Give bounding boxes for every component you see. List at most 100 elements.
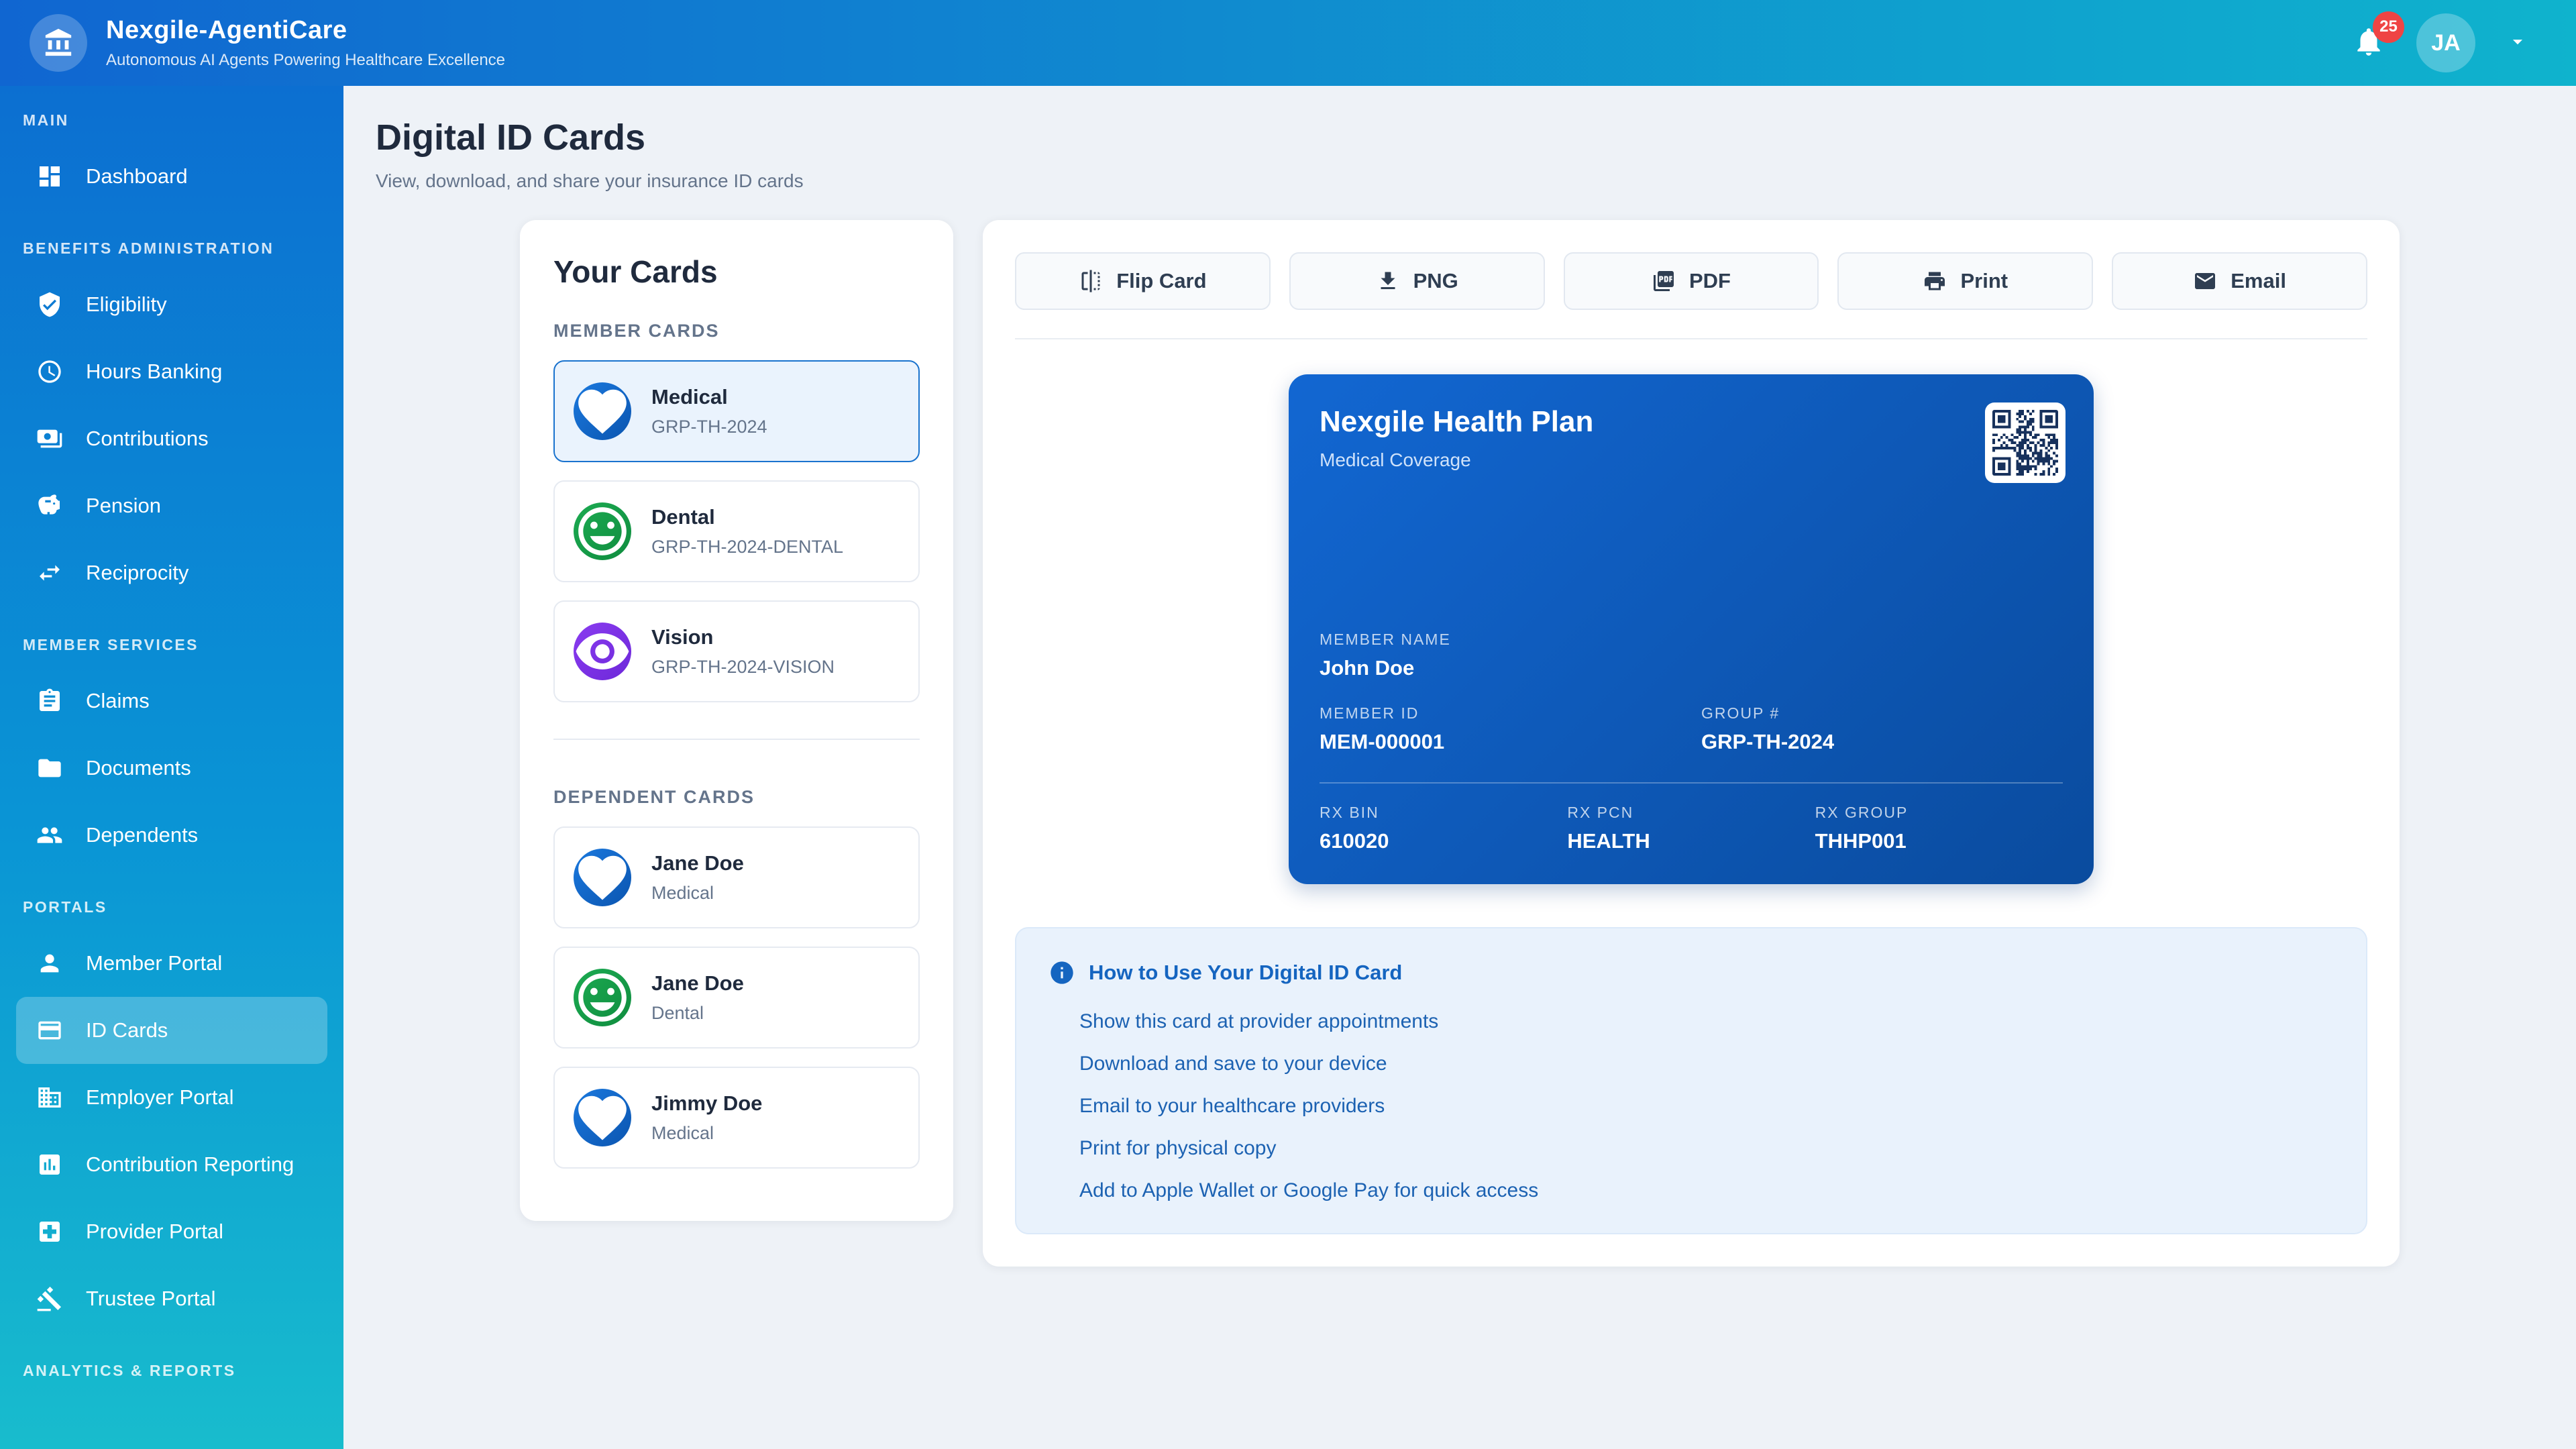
sidebar-item-dashboard[interactable]: Dashboard [16, 143, 327, 210]
piggy-bank-icon [36, 492, 63, 519]
member-cards-list: Medical GRP-TH-2024 Dental GRP-TH-2024-DENT… [553, 360, 920, 702]
usage-info-box: How to Use Your Digital ID Card Show thi… [1015, 927, 2367, 1234]
shield-check-icon [36, 291, 63, 318]
sidebar-section-label: MEMBER SERVICES [23, 636, 199, 653]
card-item-title: Vision [651, 625, 714, 649]
card-list-item-jane-doe-medical[interactable]: Jane Doe Medical [553, 826, 920, 928]
download-icon [1376, 269, 1400, 293]
sidebar-item-contributions[interactable]: Contributions [16, 405, 327, 472]
sidebar-item-employer-portal[interactable]: Employer Portal [16, 1064, 327, 1131]
rx-bin-label: RX BIN [1320, 804, 1379, 821]
folder-icon [36, 755, 63, 782]
card-item-subtitle: Medical [651, 883, 714, 903]
rx-pcn-field: RX PCN HEALTH [1567, 804, 1815, 853]
sidebar-item-provider-portal[interactable]: Provider Portal [16, 1198, 327, 1265]
divider [553, 739, 920, 740]
sidebar-section-main: MAIN Dashboard [0, 111, 343, 210]
flip-icon [1079, 269, 1103, 293]
print-button[interactable]: Print [1837, 252, 2094, 310]
id-card-details: MEMBER NAME John Doe MEMBER ID MEM-00000… [1320, 631, 2063, 853]
sidebar-item-member-portal[interactable]: Member Portal [16, 930, 327, 997]
sidebar-item-label: ID Cards [86, 1018, 168, 1042]
sidebar-item-label: Documents [86, 756, 191, 780]
sidebar-item-pension[interactable]: Pension [16, 472, 327, 539]
sidebar-item-claims[interactable]: Claims [16, 667, 327, 735]
qr-code [1985, 402, 2065, 483]
sidebar-item-contribution-reporting[interactable]: Contribution Reporting [16, 1131, 327, 1198]
card-list-item-medical-grp-th-2024[interactable]: Medical GRP-TH-2024 [553, 360, 920, 462]
card-item-title: Jane Doe [651, 971, 744, 995]
info-item: Download and save to your device [1079, 1053, 1387, 1075]
png-button[interactable]: PNG [1289, 252, 1545, 310]
payments-icon [36, 425, 63, 452]
card-item-title: Dental [651, 505, 715, 529]
info-box-header: How to Use Your Digital ID Card [1049, 959, 2334, 986]
sidebar-item-documents[interactable]: Documents [16, 735, 327, 802]
printer-icon [1923, 269, 1947, 293]
person-icon [36, 950, 63, 977]
sidebar: MAIN Dashboard BENEFITS ADMINISTRATION Elig… [0, 86, 343, 1449]
card-list-item-vision-grp-th-2024-vision[interactable]: Vision GRP-TH-2024-VISION [553, 600, 920, 702]
rx-pcn-label: RX PCN [1567, 804, 1634, 821]
sidebar-item-dependents[interactable]: Dependents [16, 802, 327, 869]
avatar[interactable]: JA [2416, 13, 2475, 72]
heart-icon [574, 849, 631, 906]
sidebar-item-reciprocity[interactable]: Reciprocity [16, 539, 327, 606]
info-box-title: How to Use Your Digital ID Card [1089, 961, 1403, 984]
your-cards-title: Your Cards [553, 254, 718, 289]
insurance-id-card: Nexgile Health Plan Medical Coverage MEM… [1289, 374, 2094, 884]
card-item-title: Jimmy Doe [651, 1091, 763, 1115]
action-button-label: Flip Card [1116, 269, 1207, 292]
card-list-item-dental-grp-th-2024-dental[interactable]: Dental GRP-TH-2024-DENTAL [553, 480, 920, 582]
sidebar-item-label: Dependents [86, 823, 199, 847]
building-icon [36, 1084, 63, 1111]
sidebar-item-hours-banking[interactable]: Hours Banking [16, 338, 327, 405]
group-field: GROUP # GRP-TH-2024 [1701, 704, 2063, 754]
rx-bin-value: 610020 [1320, 829, 1389, 853]
sidebar-item-eligibility[interactable]: Eligibility [16, 271, 327, 338]
content-row: Your Cards MEMBER CARDS Medical GRP-TH-20… [520, 220, 2400, 1267]
page-title: Digital ID Cards [376, 117, 646, 158]
main-content: Digital ID Cards View, download, and sha… [343, 86, 2576, 1449]
sidebar-item-label: Trustee Portal [86, 1287, 216, 1310]
action-button-label: Print [1960, 269, 2008, 292]
member-id-field: MEMBER ID MEM-000001 [1320, 704, 1701, 754]
rx-bin-field: RX BIN 610020 [1320, 804, 1567, 853]
heart-icon [574, 382, 631, 440]
card-list-item-jane-doe-dental[interactable]: Jane Doe Dental [553, 947, 920, 1049]
card-list-item-jimmy-doe-medical[interactable]: Jimmy Doe Medical [553, 1067, 920, 1169]
notification-badge: 25 [2373, 11, 2404, 43]
info-item: Add to Apple Wallet or Google Pay for qu… [1079, 1179, 1539, 1201]
sidebar-item-label: Provider Portal [86, 1220, 224, 1243]
info-item: Print for physical copy [1079, 1137, 1277, 1159]
info-box-items: Show this card at provider appointments D… [1049, 1010, 2334, 1202]
rx-group-value: THHP001 [1815, 829, 1907, 853]
sidebar-item-label: Member Portal [86, 951, 223, 975]
sidebar-item-label: Hours Banking [86, 360, 223, 383]
gavel-icon [36, 1285, 63, 1312]
sidebar-item-id-cards[interactable]: ID Cards [16, 997, 327, 1064]
info-icon [1049, 959, 1075, 986]
pdf-button[interactable]: PDF [1563, 252, 1819, 310]
notifications-button[interactable]: 25 [2352, 11, 2404, 62]
flip-card-button[interactable]: Flip Card [1015, 252, 1271, 310]
member-name-value: John Doe [1320, 656, 1415, 680]
email-button[interactable]: Email [2112, 252, 2367, 310]
divider [1320, 782, 2063, 784]
sidebar-item-label: Claims [86, 689, 150, 712]
bank-icon [43, 28, 74, 58]
brand: Nexgile-AgentiCare Autonomous AI Agents … [30, 14, 505, 72]
smiley-icon [574, 502, 631, 560]
family-icon [36, 822, 63, 849]
sidebar-section-label: PORTALS [23, 898, 107, 916]
clipboard-icon [36, 688, 63, 714]
rx-pcn-value: HEALTH [1567, 829, 1650, 853]
plan-name: Nexgile Health Plan [1320, 405, 1594, 438]
sidebar-item-label: Employer Portal [86, 1085, 234, 1109]
card-actions: Flip Card PNG PDF Print Email [1015, 252, 2367, 310]
card-item-title: Jane Doe [651, 851, 744, 875]
chevron-down-icon[interactable] [2506, 30, 2529, 56]
action-button-label: PDF [1688, 269, 1731, 292]
sidebar-item-trustee-portal[interactable]: Trustee Portal [16, 1265, 327, 1332]
app-logo [30, 14, 87, 72]
